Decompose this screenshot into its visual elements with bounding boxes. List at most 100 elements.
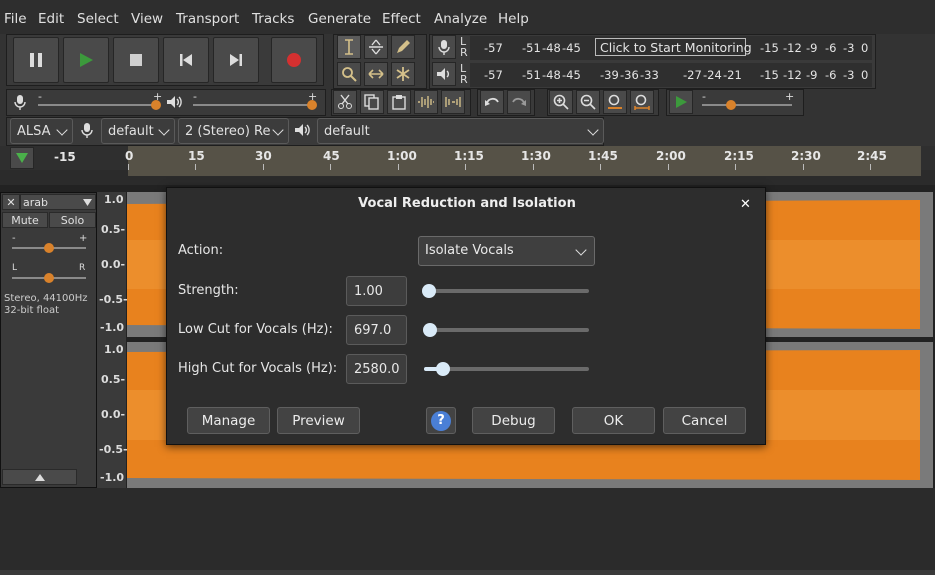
empty-track-area [0, 488, 935, 575]
multi-tool[interactable] [391, 62, 415, 86]
preview-button[interactable]: Preview [277, 407, 360, 434]
copy-button[interactable] [360, 90, 384, 114]
low-cut-input[interactable]: 697.0 [346, 315, 407, 345]
redo-button[interactable] [507, 90, 531, 114]
zoom-in-icon [553, 94, 569, 110]
action-select[interactable]: Isolate Vocals [418, 236, 595, 266]
playback-meter-button[interactable] [432, 62, 456, 86]
menu-edit[interactable]: Edit [38, 11, 64, 27]
playback-meter[interactable]: -57 -51 -48 -45 -39 -36 -33 -27 -24 -21 … [470, 63, 872, 87]
strength-slider-thumb[interactable] [422, 284, 436, 298]
mute-button[interactable]: Mute [2, 212, 48, 228]
high-cut-label: High Cut for Vocals (Hz): [178, 361, 338, 376]
triangle-up-icon [34, 473, 45, 481]
menu-transport[interactable]: Transport [176, 11, 239, 27]
menu-analyze[interactable]: Analyze [434, 11, 487, 27]
low-cut-slider[interactable] [423, 323, 589, 337]
high-cut-slider-thumb[interactable] [436, 362, 450, 376]
stop-button[interactable] [113, 37, 159, 83]
paste-button[interactable] [387, 90, 411, 114]
play-button[interactable] [63, 37, 109, 83]
undo-button[interactable] [480, 90, 504, 114]
playback-volume-slider[interactable] [193, 100, 317, 110]
menu-generate[interactable]: Generate [308, 11, 371, 27]
low-cut-slider-thumb[interactable] [423, 323, 437, 337]
draw-tool[interactable] [391, 35, 415, 59]
gain-thumb[interactable] [44, 243, 54, 253]
record-volume-thumb[interactable] [151, 100, 161, 110]
mic-volume-icon [14, 95, 26, 110]
play-at-speed-button[interactable] [669, 90, 693, 114]
collapse-track-button[interactable] [2, 469, 77, 485]
envelope-tool[interactable] [364, 35, 388, 59]
low-cut-label: Low Cut for Vocals (Hz): [178, 322, 333, 337]
zoom-out-button[interactable] [576, 90, 600, 114]
audio-host-select[interactable]: ALSA [10, 118, 73, 144]
help-button[interactable]: ? [426, 407, 456, 434]
chevron-down-icon [158, 124, 170, 136]
skip-to-start-button[interactable] [163, 37, 209, 83]
envelope-icon [369, 39, 383, 55]
record-meter-button[interactable] [432, 35, 456, 59]
recording-channels-select[interactable]: 2 (Stereo) Re [178, 118, 289, 144]
trim-button[interactable] [414, 90, 438, 114]
cancel-button[interactable]: Cancel [663, 407, 746, 434]
record-volume-slider[interactable] [38, 100, 161, 110]
manage-button[interactable]: Manage [187, 407, 270, 434]
paste-icon [392, 95, 406, 110]
menu-bar: File Edit Select View Transport Tracks G… [0, 0, 935, 36]
speaker-volume-icon [167, 96, 182, 108]
playback-volume-thumb[interactable] [307, 100, 317, 110]
playback-speed-slider[interactable] [702, 100, 792, 110]
ok-button[interactable]: OK [572, 407, 655, 434]
skip-end-icon [230, 54, 242, 66]
dialog-close-button[interactable]: ✕ [740, 197, 751, 212]
zoom-in-button[interactable] [549, 90, 573, 114]
recording-device-select[interactable]: default [101, 118, 175, 144]
microphone-icon [438, 40, 450, 55]
vocal-reduction-dialog: Vocal Reduction and Isolation ✕ Action: … [166, 187, 766, 445]
close-icon: ✕ [740, 197, 751, 212]
menu-tracks[interactable]: Tracks [252, 11, 294, 27]
close-track-button[interactable]: ✕ [2, 194, 20, 210]
pan-thumb[interactable] [44, 273, 54, 283]
monitor-prompt[interactable]: Click to Start Monitoring [595, 38, 752, 56]
stop-icon [130, 54, 142, 66]
strength-slider[interactable] [422, 284, 589, 298]
high-cut-input[interactable]: 2580.0 [346, 354, 407, 384]
pause-button[interactable] [13, 37, 59, 83]
solo-button[interactable]: Solo [49, 212, 96, 228]
fit-selection-button[interactable] [603, 90, 627, 114]
track-name-menu[interactable]: arab [20, 194, 96, 210]
zoom-tool[interactable] [337, 62, 361, 86]
record-button[interactable] [271, 37, 317, 83]
cut-button[interactable] [333, 90, 357, 114]
playback-device-select[interactable]: default [317, 118, 604, 144]
strength-input[interactable]: 1.00 [346, 276, 407, 306]
timeline-options-button[interactable] [10, 147, 34, 169]
skip-to-end-button[interactable] [213, 37, 259, 83]
debug-button[interactable]: Debug [472, 407, 555, 434]
gain-slider[interactable] [12, 243, 86, 253]
track-bitdepth-info: 32-bit float [4, 305, 60, 316]
selection-tool[interactable] [337, 35, 361, 59]
silence-button[interactable] [441, 90, 465, 114]
fit-project-button[interactable] [630, 90, 654, 114]
menu-select[interactable]: Select [77, 11, 119, 27]
speaker-icon [437, 68, 449, 80]
timeshift-tool[interactable] [364, 62, 388, 86]
record-lr-label: L R [460, 35, 468, 59]
menu-view[interactable]: View [131, 11, 163, 27]
menu-effect[interactable]: Effect [382, 11, 421, 27]
menu-help[interactable]: Help [498, 11, 529, 27]
record-device-mic-icon [81, 123, 93, 138]
horizontal-scrollbar[interactable] [0, 570, 935, 575]
playback-speed-thumb[interactable] [726, 100, 736, 110]
double-arrow-icon [368, 69, 384, 79]
pan-slider[interactable] [12, 273, 86, 283]
redo-icon [512, 97, 526, 106]
timeline-ruler[interactable]: 0 15 30 45 1:00 1:15 1:30 1:45 2:00 2:15… [125, 146, 921, 170]
high-cut-slider[interactable] [424, 362, 589, 376]
dialog-title: Vocal Reduction and Isolation [358, 196, 576, 211]
menu-file[interactable]: File [4, 11, 27, 27]
